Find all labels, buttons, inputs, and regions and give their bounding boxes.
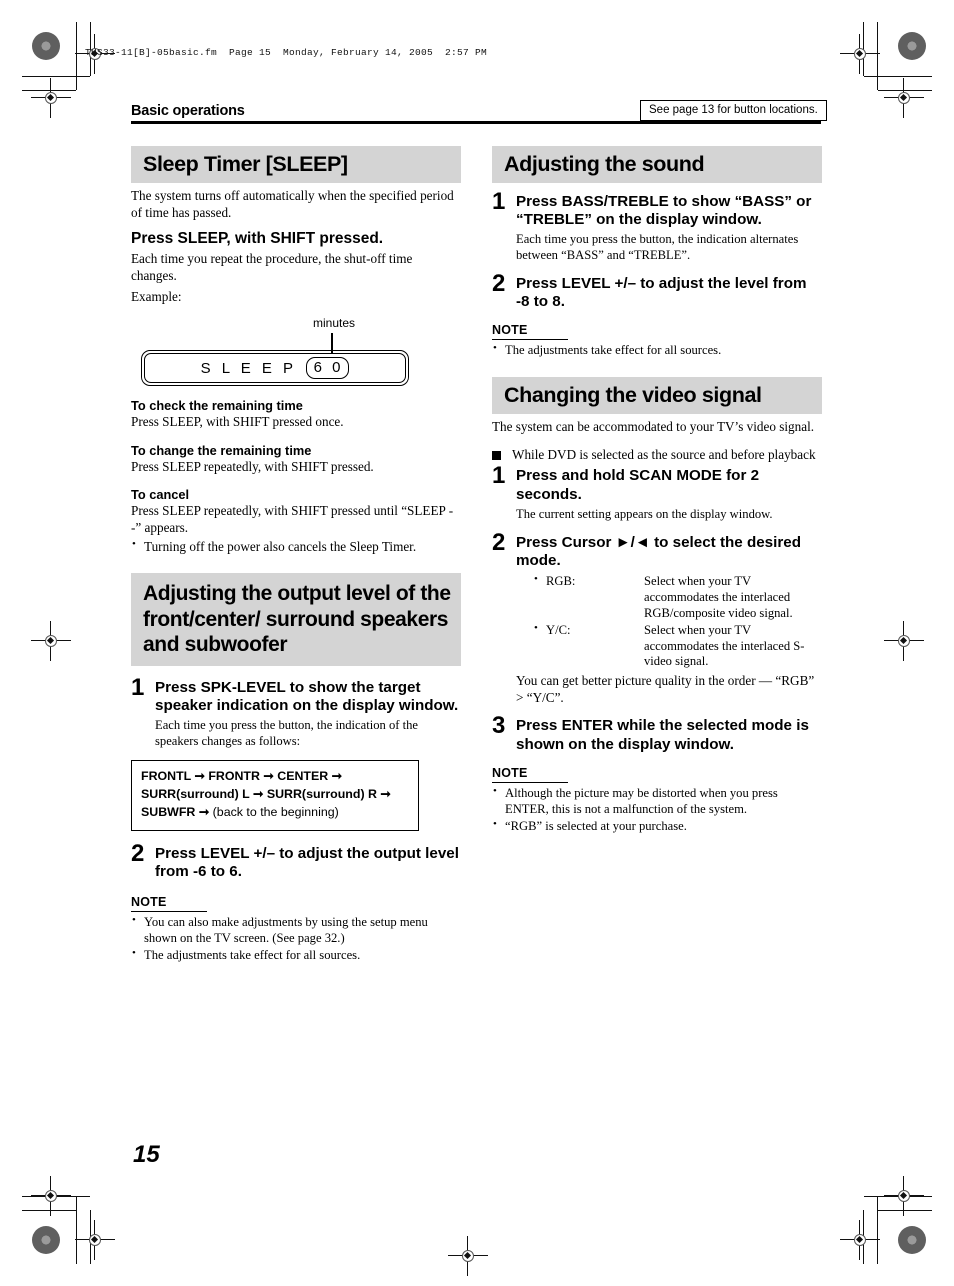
note-bullets: The adjustments take effect for all sour… [492,342,822,359]
list-item: Turning off the power also cancels the S… [131,538,461,556]
section-adjusting-sound: Adjusting the sound 1 Press BASS/TREBLE … [492,146,822,359]
step-video-1: 1 Press and hold SCAN MODE for 2 seconds… [492,462,822,522]
section-heading-video-signal: Changing the video signal [492,377,822,415]
note-label: NOTE [492,323,568,341]
button-locations-callout: See page 13 for button locations. [640,100,827,121]
subsection-bullets-cancel: Turning off the power also cancels the S… [131,538,461,556]
video-mode-list: RGB: Select when your TV accommodates th… [516,573,822,671]
sleep-timer-intro: The system turns off automatically when … [131,187,454,220]
subsection-body-change-remaining: Press SLEEP repeatedly, with SHIFT press… [131,458,374,474]
step-sound-2: 2 Press LEVEL +/– to adjust the level fr… [492,269,822,311]
sequence-item: SUBWFR [141,804,196,819]
sleep-timer-action-body: Each time you repeat the procedure, the … [131,251,413,283]
right-column: Adjusting the sound 1 Press BASS/TREBLE … [492,146,822,835]
list-item: The adjustments take effect for all sour… [492,342,822,359]
step-output-level-1: 1 Press SPK-LEVEL to show the target spe… [131,673,461,750]
video-signal-intro: The system can be accommodated to your T… [492,419,815,435]
list-item: Although the picture may be distorted wh… [492,785,822,818]
step-number: 2 [492,528,506,556]
subsection-title-check-remaining: To check the remaining time [131,398,303,414]
subsection-title-cancel: To cancel [131,487,190,503]
display-window-illustration: minutes S L E E P 6 0 [131,316,461,387]
section-video-signal: Changing the video signal The system can… [492,377,822,835]
step-title: Press SPK-LEVEL to show the target speak… [155,678,459,715]
video-mode-desc: Select when your TV accommodates the int… [644,622,805,669]
speaker-sequence-box: FRONTL ➞ FRONTR ➞ CENTER ➞ SURR(surround… [131,759,419,831]
step-output-level-2: 2 Press LEVEL +/– to adjust the output l… [131,839,461,881]
list-item: You can also make adjustments by using t… [131,914,461,947]
section-sleep-timer: Sleep Timer [SLEEP] The system turns off… [131,146,461,555]
step-title: Press ENTER while the selected mode is s… [516,717,809,753]
video-mode-row: Y/C: Select when your TV accommodates th… [534,622,822,671]
step-title: Press and hold SCAN MODE for 2 seconds. [516,467,760,503]
list-item: “RGB” is selected at your purchase. [492,818,822,835]
step-number: 1 [131,673,145,701]
step-number: 3 [492,712,506,740]
sequence-line-3: SUBWFR ➞ (back to the beginning) [141,804,409,822]
sleep-timer-example-label: Example: [131,289,182,305]
step-body: The current setting appears on the displ… [516,506,773,521]
note-video-signal: NOTE Although the picture may be distort… [492,764,822,835]
video-mode-term: Y/C: [534,622,644,671]
section-heading-sleep-timer: Sleep Timer [SLEEP] [131,146,461,183]
subsection-title-change-remaining: To change the remaining time [131,442,312,458]
video-mode-term: RGB: [534,573,644,622]
section-heading-output-level: Adjusting the output level of the front/… [131,573,461,666]
step-video-3: 3 Press ENTER while the selected mode is… [492,712,822,753]
sequence-item-note: (back to the beginning) [212,804,339,819]
arrow-icon: ➞ [252,786,264,801]
arrow-icon: ➞ [380,786,391,801]
section-heading-adjusting-sound: Adjusting the sound [492,146,822,183]
step-number: 2 [492,269,506,297]
step-body: Each time you press the button, the indi… [155,718,419,749]
video-mode-row: RGB: Select when your TV accommodates th… [534,573,822,622]
section-output-level: Adjusting the output level of the front/… [131,573,461,964]
display-callout-label: minutes [313,316,356,331]
sequence-item: SURR(surround) L [141,786,250,801]
list-item: The adjustments take effect for all sour… [131,947,461,964]
step-number: 1 [492,187,506,215]
step-body: Each time you press the button, the indi… [516,232,799,263]
step-number: 1 [492,462,506,490]
display-window-panel: S L E E P 6 0 [141,350,409,387]
step-number: 2 [131,839,145,867]
subsection-body-cancel: Press SLEEP repeatedly, with SHIFT press… [131,503,454,535]
step-title: Press LEVEL +/– to adjust the output lev… [155,844,459,881]
note-bullets: You can also make adjustments by using t… [131,914,461,964]
sequence-line-1: FRONTL ➞ FRONTR ➞ CENTER ➞ [141,768,409,786]
left-column: Sleep Timer [SLEEP] The system turns off… [131,146,461,964]
step-title: Press Cursor ►/◄ to select the desired m… [516,533,801,569]
sequence-item: FRONTL [141,768,192,783]
arrow-icon: ➞ [331,768,343,783]
sequence-item: FRONTR [208,768,260,783]
subsection-body-check-remaining: Press SLEEP, with SHIFT pressed once. [131,414,344,430]
sequence-line-2: SURR(surround) L ➞ SURR(surround) R ➞ [141,786,409,804]
step-video-2: 2 Press Cursor ►/◄ to select the desired… [492,528,822,707]
arrow-icon: ➞ [194,768,205,783]
video-signal-condition: While DVD is selected as the source and … [492,447,822,464]
header-rule [131,121,821,124]
note-bullets: Although the picture may be distorted wh… [492,785,822,835]
video-mode-desc: Select when your TV accommodates the int… [644,574,793,620]
page-number: 15 [133,1141,160,1168]
sequence-item: CENTER [277,768,329,783]
arrow-icon: ➞ [263,768,274,783]
sleep-timer-action-title: Press SLEEP, with SHIFT pressed. [131,230,384,248]
note-label: NOTE [492,766,568,783]
display-window-text: S L E E P [200,359,297,377]
note-label: NOTE [131,895,207,913]
step-title: Press LEVEL +/– to adjust the level from… [516,274,807,311]
sequence-item: SURR(surround) R [266,786,377,801]
step-sound-1: 1 Press BASS/TREBLE to show “BASS” or “T… [492,187,822,264]
arrow-icon: ➞ [198,804,210,819]
display-window-minutes-value: 6 0 [305,357,350,380]
step-title: Press BASS/TREBLE to show “BASS” or “TRE… [516,192,812,229]
video-quality-note: You can get better picture quality in th… [516,673,815,705]
note-adjusting-sound: NOTE The adjustments take effect for all… [492,321,822,359]
page-body: Basic operations See page 13 for button … [0,0,954,1286]
note-output-level: NOTE You can also make adjustments by us… [131,893,461,964]
